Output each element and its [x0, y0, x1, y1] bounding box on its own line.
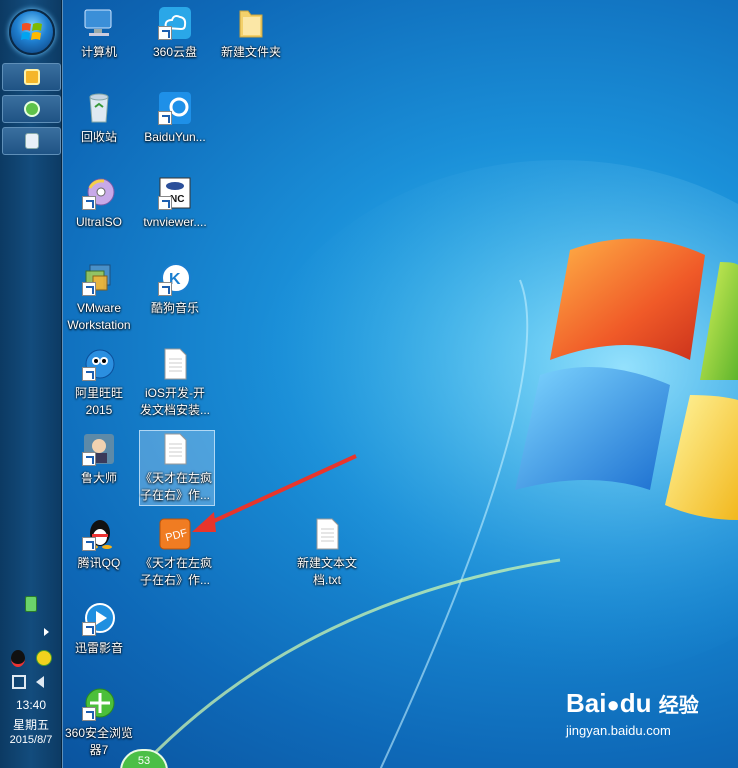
- watermark-brand: Bai: [566, 688, 607, 718]
- ludashi-icon: [82, 432, 116, 466]
- watermark-brand2: du: [619, 688, 652, 718]
- network-icon[interactable]: [12, 675, 26, 689]
- disc-icon: [82, 176, 116, 210]
- app-window-icon: [24, 69, 40, 85]
- shortcut-arrow-icon: [158, 282, 172, 296]
- icon-label-line2: Workstation: [67, 318, 131, 332]
- desktop-icon-ultraiso[interactable]: UltraISO: [64, 176, 134, 231]
- desktop-icon-360-cloud[interactable]: 360云盘: [140, 6, 210, 61]
- icon-label: BaiduYun...: [144, 130, 206, 144]
- shortcut-arrow-icon: [158, 196, 172, 210]
- icon-label-line2: 2015: [85, 403, 113, 417]
- folder-icon: [234, 6, 268, 40]
- icon-label: 新建文件夹: [220, 45, 281, 59]
- icon-label-line2: 子在右》作...: [140, 573, 211, 587]
- text-file-icon: [310, 517, 344, 551]
- icon-label: 鲁大师: [80, 471, 117, 485]
- desktop-icon-baiduyun[interactable]: BaiduYun...: [140, 91, 210, 146]
- shortcut-arrow-icon: [82, 196, 96, 210]
- icon-label: 《天才在左疯: [140, 556, 213, 570]
- taskbar-button-app-1[interactable]: [2, 63, 61, 91]
- shortcut-arrow-icon: [82, 282, 96, 296]
- icon-label: 酷狗音乐: [150, 301, 199, 315]
- svg-text:NC: NC: [170, 194, 184, 205]
- desktop-icon-computer[interactable]: 计算机: [64, 6, 134, 61]
- usb-device-icon[interactable]: [25, 596, 37, 612]
- desktop-icon-kugou[interactable]: K 酷狗音乐: [140, 262, 210, 317]
- desktop-icon-qq[interactable]: 腾讯QQ: [64, 517, 134, 572]
- shortcut-arrow-icon: [82, 622, 96, 636]
- vmware-icon: [82, 262, 116, 296]
- icon-label: 阿里旺旺: [74, 386, 123, 400]
- icon-label: 新建文本文: [296, 556, 357, 570]
- desktop-icon-aliwangwang[interactable]: 阿里旺旺 2015: [64, 347, 134, 419]
- clock-date[interactable]: 2015/8/7: [0, 734, 62, 746]
- desktop-icon-new-folder[interactable]: 新建文件夹: [216, 6, 286, 61]
- start-button[interactable]: [9, 9, 55, 55]
- vnc-viewer-icon: NC: [158, 176, 192, 210]
- icon-label: UltraISO: [75, 215, 122, 229]
- icon-label-line2: 档.txt: [312, 573, 341, 587]
- taskbar: 13:40 星期五 2015/8/7: [0, 0, 63, 768]
- windows-logo-icon: [21, 23, 42, 40]
- icon-label: tvnviewer....: [143, 215, 207, 229]
- icon-label: VMware: [76, 301, 121, 315]
- icon-label: 腾讯QQ: [77, 556, 121, 570]
- volume-icon[interactable]: [36, 676, 44, 688]
- document-icon: [158, 432, 192, 466]
- shortcut-arrow-icon: [82, 707, 96, 721]
- document-icon: [158, 347, 192, 381]
- shortcut-arrow-icon: [82, 537, 96, 551]
- cloud-drive-icon: [158, 6, 192, 40]
- paw-icon: ●: [606, 692, 620, 717]
- icon-label: 360安全浏览: [64, 726, 134, 740]
- icon-label: iOS开发-开: [144, 386, 205, 400]
- desktop-icon-book-doc[interactable]: 《天才在左疯 子在右》作...: [140, 432, 213, 504]
- desktop[interactable]: 计算机 360云盘 新建文件夹 回收站 BaiduYun... UltraISO…: [0, 0, 738, 768]
- shortcut-arrow-icon: [82, 367, 96, 381]
- clock-time[interactable]: 13:40: [0, 698, 62, 712]
- browser-icon: [24, 101, 40, 117]
- icon-label-line2: 子在右》作...: [140, 488, 211, 502]
- desktop-icon-ios-doc[interactable]: iOS开发-开 发文档安装...: [140, 347, 210, 419]
- desktop-icon-xunlei-player[interactable]: 迅雷影音: [64, 602, 134, 657]
- icon-label: 360云盘: [152, 45, 198, 59]
- 360-tray-icon[interactable]: [36, 650, 52, 666]
- icon-label-line2: 发文档安装...: [140, 403, 211, 417]
- 360-browser-icon: [82, 687, 116, 721]
- icon-label: 计算机: [80, 45, 117, 59]
- icon-label: 回收站: [80, 130, 117, 144]
- baiduyun-icon: [158, 91, 192, 125]
- qq-tray-icon[interactable]: [11, 650, 25, 667]
- notepad-icon: [25, 133, 39, 149]
- taskbar-button-app-2[interactable]: [2, 95, 61, 123]
- desktop-icon-ludashi[interactable]: 鲁大师: [64, 432, 134, 487]
- clock-weekday[interactable]: 星期五: [0, 716, 62, 733]
- badge-count: 53: [137, 755, 151, 767]
- desktop-icon-book-pdf[interactable]: PDF 《天才在左疯 子在右》作...: [140, 517, 213, 589]
- recycle-bin-icon: [82, 91, 116, 125]
- desktop-icon-new-text-file[interactable]: 新建文本文 档.txt: [292, 517, 362, 589]
- qq-icon: [82, 517, 116, 551]
- watermark-url: jingyan.baidu.com: [566, 723, 671, 738]
- pdf-icon: PDF: [158, 517, 192, 551]
- desktop-icon-360-browser[interactable]: 360安全浏览 器7: [64, 687, 134, 759]
- desktop-icon-recycle-bin[interactable]: 回收站: [64, 91, 134, 146]
- aliwangwang-icon: [82, 347, 116, 381]
- shortcut-arrow-icon: [158, 111, 172, 125]
- desktop-icon-tvnviewer[interactable]: NC tvnviewer....: [140, 176, 210, 231]
- baidu-jingyan-watermark: Bai●du 经验 jingyan.baidu.com: [566, 690, 699, 738]
- watermark-suffix: 经验: [658, 695, 699, 717]
- shortcut-arrow-icon: [158, 26, 172, 40]
- computer-icon: [82, 6, 116, 40]
- shortcut-arrow-icon: [82, 452, 96, 466]
- show-hidden-icons-arrow[interactable]: [44, 628, 49, 636]
- xunlei-player-icon: [82, 602, 116, 636]
- icon-label: 《天才在左疯: [140, 471, 213, 485]
- desktop-icon-vmware[interactable]: VMware Workstation: [64, 262, 134, 334]
- icon-label: 迅雷影音: [74, 641, 123, 655]
- kugou-icon: K: [158, 262, 192, 296]
- taskbar-button-app-3[interactable]: [2, 127, 61, 155]
